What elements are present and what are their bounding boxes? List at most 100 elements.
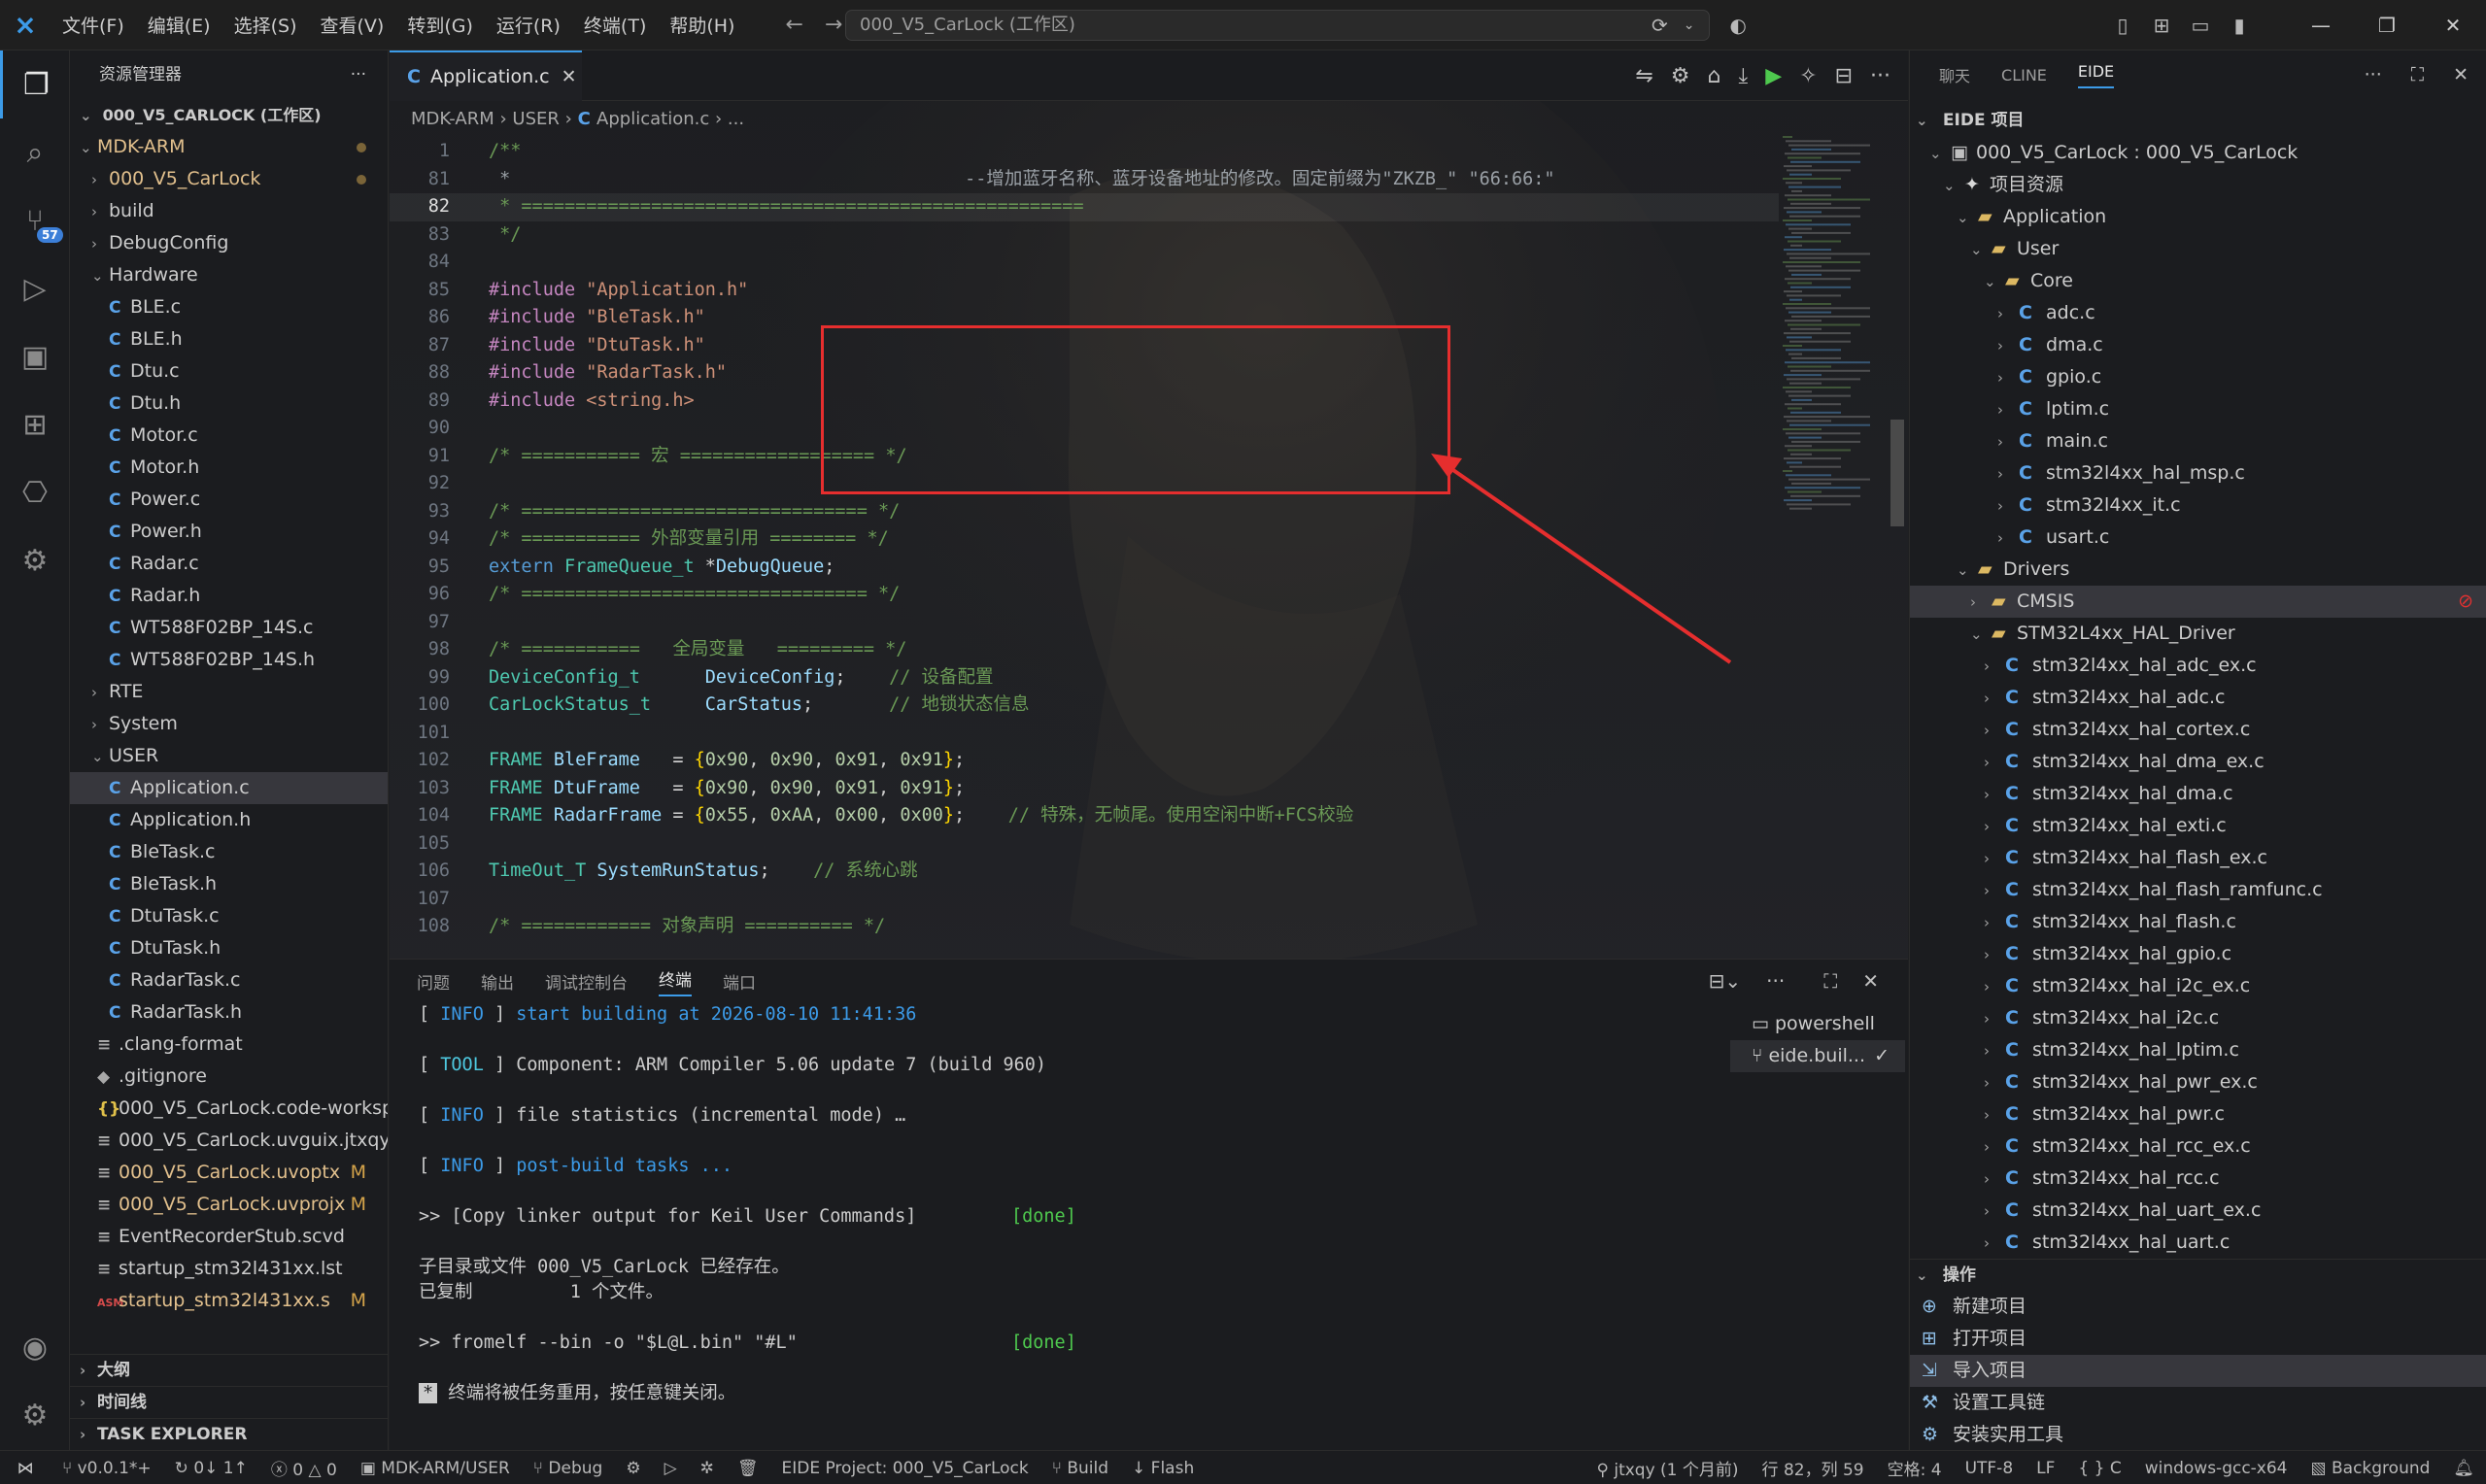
menu-item[interactable]: 选择(S) [222,12,309,38]
file-tree-item[interactable]: › 000_V5_CarLock [70,163,388,195]
file-tree-item[interactable]: ASMstartup_stm32l431xx.s M [70,1285,388,1317]
eide-tree-item[interactable]: › ▰ CMSIS ⊘ [1910,586,2486,618]
eide-tree-item[interactable]: › Cstm32l4xx_hal_uart.c [1910,1227,2486,1259]
minimap[interactable] [1779,136,1895,524]
close-tab-icon[interactable]: ✕ [562,66,577,87]
more-actions-icon[interactable]: ··· [1870,64,1890,88]
file-tree-item[interactable]: C Radar.c [70,548,388,580]
file-tree-item[interactable]: C DtuTask.h [70,932,388,964]
editor-scrollbar[interactable] [1890,420,1904,526]
more-actions-icon[interactable]: ··· [2365,64,2382,85]
debug-config[interactable]: ⑂ Debug [522,1459,615,1478]
workspace-root[interactable]: ⌄ 000_V5_CARLOCK (工作区) [70,99,388,131]
run-debug-icon[interactable]: ▷ [0,254,70,322]
code-line[interactable]: 104 FRAME RadarFrame = {0x55, 0xAA, 0x00,… [390,802,1779,830]
file-tree-item[interactable]: ≡ .clang-format [70,1029,388,1061]
terminal-instance[interactable]: ⑂ eide.buil... ✓ [1730,1040,1905,1072]
file-tree-item[interactable]: ≡ 000_V5_CarLock.uvguix.jtxqy [70,1125,388,1157]
code-line[interactable]: 98 /* =========== 全局变量 ========= */ [390,636,1779,664]
file-tree-item[interactable]: C Application.h [70,804,388,836]
code-line[interactable]: 85 #include "Application.h" [390,277,1779,305]
chip-settings-icon[interactable]: ⚙ [0,526,70,594]
chevron-down-icon[interactable]: ⌄ [1684,17,1695,33]
code-line[interactable]: 100 CarLockStatus_t CarStatus; // 地锁状态信息 [390,691,1779,720]
maximize-panel-icon[interactable]: ⛶ [1823,969,1837,993]
file-tree-item[interactable]: C Radar.h [70,580,388,612]
tab-application-c[interactable]: C Application.c ✕ [390,51,582,101]
breadcrumb-item[interactable]: USER [512,109,559,129]
run-icon[interactable]: ▷ [653,1459,689,1478]
file-tree-item[interactable]: ◆ .gitignore [70,1061,388,1093]
menu-item[interactable]: 查看(V) [309,12,396,38]
menu-item[interactable]: 帮助(H) [658,12,746,38]
eide-tree-item[interactable]: › Cstm32l4xx_hal_adc_ex.c [1910,650,2486,682]
eide-tree-item[interactable]: › Cstm32l4xx_hal_flash_ramfunc.c [1910,874,2486,906]
remote-icon[interactable]: ⋈ [0,1459,51,1478]
restore-button[interactable]: ❐ [2354,14,2420,37]
code-line[interactable]: 106 TimeOut_T SystemRunStatus; // 系统心跳 [390,858,1779,886]
eide-tree-item[interactable]: ⌄ ▰ STM32L4xx_HAL_Driver [1910,618,2486,650]
file-tree-item[interactable]: › RTE [70,676,388,708]
code-line[interactable]: 99 DeviceConfig_t DeviceConfig; // 设备配置 [390,664,1779,692]
file-tree-item[interactable]: C WT588F02BP_14S.c [70,612,388,644]
cursor-position[interactable]: 行 82，列 59 [1751,1456,1876,1480]
build-icon[interactable]: ⌂ [1708,64,1721,88]
file-tree-item[interactable]: C Dtu.c [70,355,388,388]
encoding[interactable]: UTF-8 [1954,1459,2026,1478]
file-tree-item[interactable]: C Motor.c [70,420,388,452]
split-editor-icon[interactable]: ⊟ [1835,64,1853,88]
file-tree-item[interactable]: C RadarTask.c [70,964,388,996]
eide-tree-item[interactable]: › Cstm32l4xx_hal_dma_ex.c [1910,746,2486,778]
language-mode[interactable]: { } C [2066,1459,2132,1478]
breadcrumb-item[interactable]: MDK-ARM [411,109,494,129]
eide-tree-item[interactable]: › Cstm32l4xx_hal_rcc_ex.c [1910,1130,2486,1163]
download-icon[interactable]: ⤓ [1738,64,1748,88]
file-tree-item[interactable]: C WT588F02BP_14S.h [70,644,388,676]
sidebar-tab[interactable]: EIDE [2077,62,2115,88]
file-tree-item[interactable]: ⌄ MDK-ARM [70,131,388,163]
menu-item[interactable]: 编辑(E) [136,12,222,38]
bug-icon[interactable]: ✲ [689,1459,726,1478]
close-panel-icon[interactable]: ✕ [1862,969,1879,993]
more-actions-icon[interactable]: ··· [1766,969,1785,993]
cwd-indicator[interactable]: ▣ MDK-ARM/USER [349,1459,522,1478]
file-tree-item[interactable]: › build [70,195,388,227]
file-tree-item[interactable]: ≡ startup_stm32l431xx.lst [70,1253,388,1285]
toggle-secondary-sidebar-icon[interactable]: ▮ [2220,14,2259,37]
eide-tree-item[interactable]: ⌄ ▰ Application [1910,201,2486,233]
explorer-icon[interactable]: ❐ [0,51,70,118]
customize-layout-icon[interactable]: ⊞ [2142,14,2181,37]
remote-explorer-icon[interactable]: ▣ [0,322,70,390]
file-tree-item[interactable]: › DebugConfig [70,227,388,259]
eide-tree-item[interactable]: › Cstm32l4xx_hal_msp.c [1910,457,2486,489]
run-icon[interactable]: ▶ [1765,64,1782,88]
file-tree-item[interactable]: ⌄ Hardware [70,259,388,291]
panel-tab[interactable]: 调试控制台 [545,969,628,994]
panel-tab[interactable]: 问题 [417,969,450,994]
task-explorer-section[interactable]: › TASK EXPLORER [70,1418,388,1450]
sidebar-tab[interactable]: CLINE [2001,66,2047,84]
maximize-icon[interactable]: ⛶ [2411,64,2424,85]
code-line[interactable]: 82 * ===================================… [390,193,1779,221]
code-line[interactable]: 94 /* =========== 外部变量引用 ======== */ [390,525,1779,554]
timeline-section[interactable]: › 时间线 [70,1386,388,1418]
eide-tree-item[interactable]: › Cgpio.c [1910,361,2486,393]
copilot-icon[interactable]: ⟳ [1652,14,1668,37]
code-line[interactable]: 81 * --增加蓝牙名称、蓝牙设备地址的修改。固定前缀为"ZKZB_" "66… [390,166,1779,194]
menu-item[interactable]: 运行(R) [485,12,572,38]
close-icon[interactable]: ✕ [2453,64,2469,85]
eide-tree-item[interactable]: › Cstm32l4xx_hal_uart_ex.c [1910,1195,2486,1227]
eide-tree-item[interactable]: › Clptim.c [1910,393,2486,425]
code-editor[interactable]: 1 /** 81 * --增加蓝牙名称、蓝牙设备地址的修改。固定前缀为"ZKZB_"… [390,138,1779,941]
split-terminal-icon[interactable]: ⊟⌄ [1709,969,1742,993]
account-icon[interactable]: ◉ [0,1313,70,1381]
toggle-primary-sidebar-icon[interactable]: ▯ [2103,14,2142,37]
file-tree-item[interactable]: C Power.c [70,484,388,516]
trash-icon[interactable]: 🗑 [726,1459,770,1478]
code-line[interactable]: 103 FRAME DtuFrame = {0x90, 0x90, 0x91, 0… [390,775,1779,803]
file-tree-item[interactable]: ≡ 000_V5_CarLock.uvprojx M [70,1189,388,1221]
code-line[interactable]: 84 [390,249,1779,277]
git-blame[interactable]: ⚲ jtxqy (1 个月前) [1584,1456,1750,1480]
code-line[interactable]: 83 */ [390,221,1779,250]
code-line[interactable]: 102 FRAME BleFrame = {0x90, 0x90, 0x91, 0… [390,747,1779,775]
